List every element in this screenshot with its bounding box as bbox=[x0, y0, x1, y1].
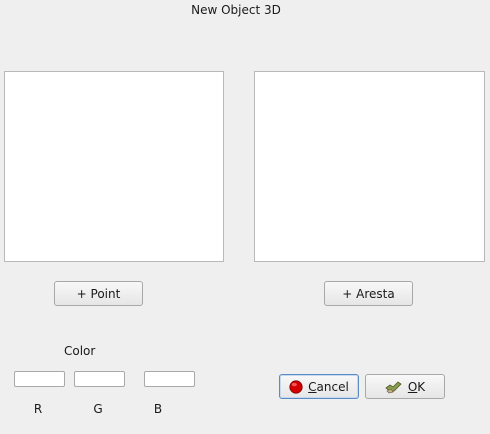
window-title: New Object 3D bbox=[191, 3, 281, 17]
ok-label-rest: K bbox=[417, 379, 426, 394]
cancel-label-rest: ancel bbox=[316, 379, 349, 394]
ok-label: OK bbox=[408, 380, 425, 394]
cancel-button[interactable]: Cancel bbox=[279, 374, 359, 399]
red-field[interactable] bbox=[14, 371, 65, 387]
blue-label: B bbox=[153, 402, 163, 416]
check-hand-icon bbox=[385, 380, 403, 394]
blue-field[interactable] bbox=[144, 371, 195, 387]
red-label: R bbox=[33, 402, 43, 416]
color-label: Color bbox=[64, 344, 96, 358]
edges-list[interactable] bbox=[254, 71, 485, 262]
red-circle-icon bbox=[289, 379, 303, 394]
points-list[interactable] bbox=[4, 71, 224, 262]
ok-button[interactable]: OK bbox=[365, 374, 445, 399]
add-edge-button[interactable]: + Aresta bbox=[324, 281, 413, 306]
cancel-mnemonic: C bbox=[308, 379, 317, 394]
ok-mnemonic: O bbox=[407, 379, 418, 394]
add-point-button[interactable]: + Point bbox=[54, 281, 143, 306]
green-label: G bbox=[93, 402, 103, 416]
cancel-label: Cancel bbox=[308, 380, 349, 394]
green-field[interactable] bbox=[74, 371, 125, 387]
